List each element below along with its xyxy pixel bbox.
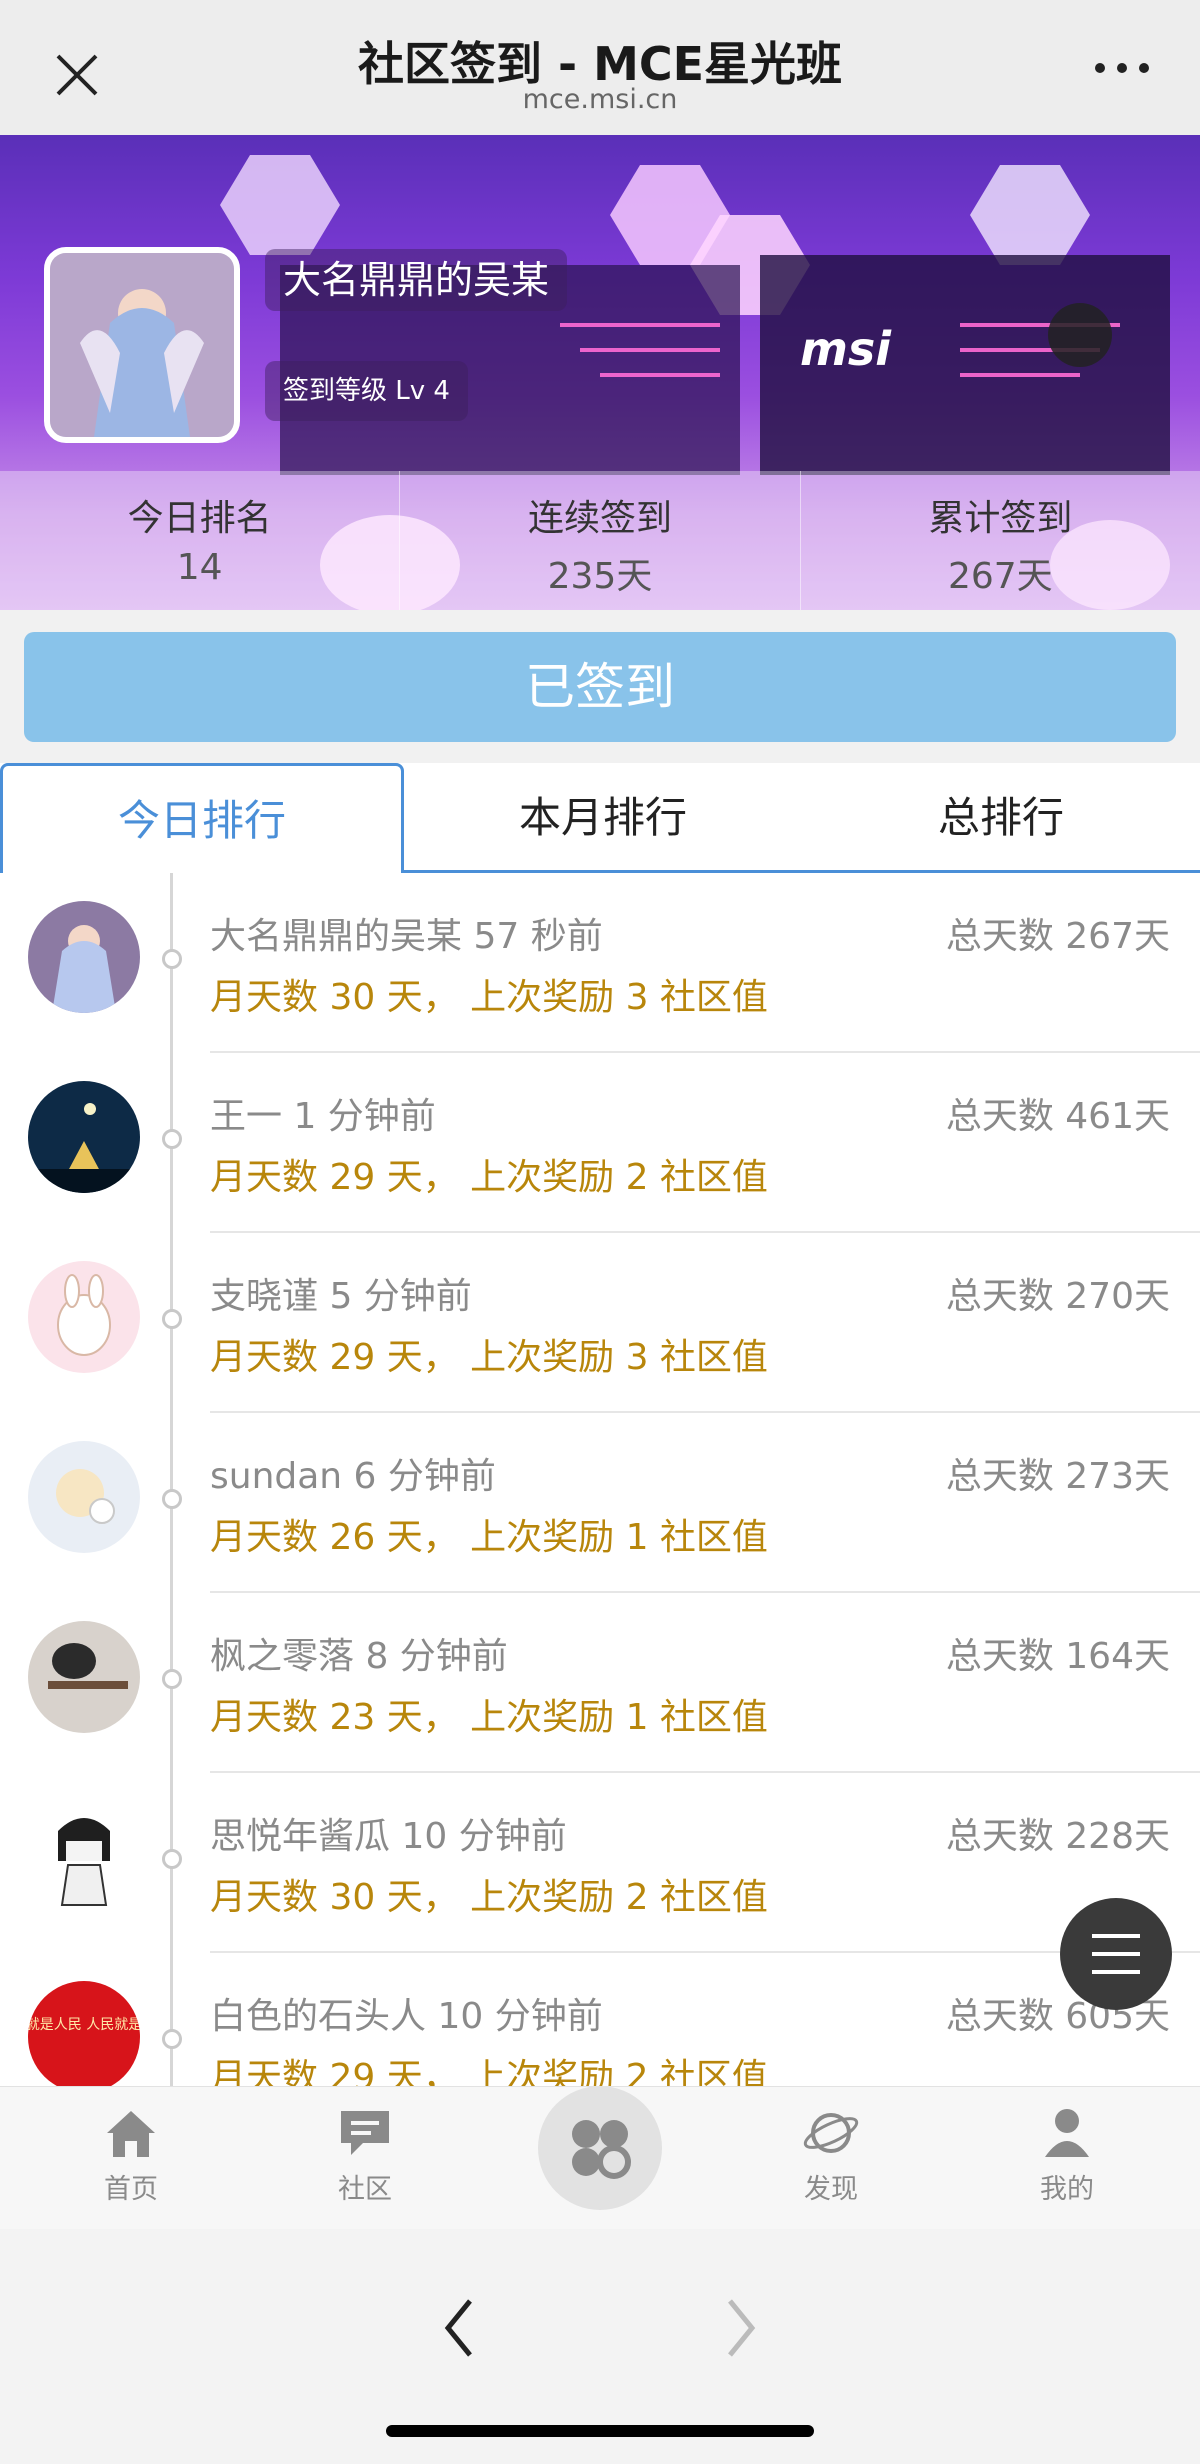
user-avatar[interactable]: [28, 1261, 140, 1373]
nav-label: 发现: [804, 2174, 858, 2205]
back-arrow-icon[interactable]: [440, 2293, 480, 2363]
stat-label: 今日排名: [127, 498, 272, 539]
list-item[interactable]: 江南就是人民 人民就是江南 白色的石头人 10 分钟前 总天数 605天 月天数…: [0, 1953, 1200, 2086]
nav-mine[interactable]: 我的: [987, 2105, 1147, 2206]
home-icon: [107, 2111, 155, 2157]
tab-today[interactable]: 今日排行: [0, 763, 404, 873]
chat-icon: [341, 2111, 389, 2155]
timeline-dot: [162, 1309, 182, 1329]
floating-menu-button[interactable]: [1060, 1898, 1172, 2010]
user-icon: [1045, 2109, 1089, 2157]
page-domain: mce.msi.cn: [522, 84, 678, 115]
ranking-list: 大名鼎鼎的吴某 57 秒前 总天数 267天 月天数 30 天， 上次奖励 3 …: [0, 873, 1200, 2086]
total-days: 总天数 273天: [945, 1456, 1170, 1497]
avatar-badge-text: 江南就是人民 人民就是江南: [28, 2017, 140, 2033]
user-name-time: 白色的石头人 10 分钟前: [210, 1996, 603, 2037]
nav-label: 我的: [1040, 2174, 1094, 2205]
user-avatar[interactable]: 江南就是人民 人民就是江南: [28, 1981, 140, 2086]
profile-level: 签到等级 Lv 4: [265, 361, 468, 421]
tab-month[interactable]: 本月排行: [404, 763, 802, 870]
profile-name: 大名鼎鼎的吴某: [265, 249, 568, 311]
stat-value: 235天: [547, 556, 653, 597]
timeline-dot: [162, 2029, 182, 2049]
user-name-time: sundan 6 分钟前: [210, 1456, 496, 1497]
list-item[interactable]: 支晓谨 5 分钟前 总天数 270天 月天数 29 天， 上次奖励 3 社区值: [0, 1233, 1200, 1413]
ranking-tabs: 今日排行 本月排行 总排行: [0, 763, 1200, 873]
stat-value: 267天: [947, 556, 1053, 597]
stat-value: 14: [176, 547, 223, 588]
timeline-dot: [162, 949, 182, 969]
user-avatar[interactable]: [28, 1441, 140, 1553]
timeline-dot: [162, 1129, 182, 1149]
month-reward: 月天数 29 天， 上次奖励 2 社区值: [210, 1157, 768, 1198]
planet-icon: [803, 2113, 859, 2153]
month-reward: 月天数 26 天， 上次奖励 1 社区值: [210, 1517, 768, 1558]
month-reward: 月天数 30 天， 上次奖励 2 社区值: [210, 1877, 768, 1918]
stats-bar: 今日排名 14 连续签到 235天 累计签到 267天: [0, 471, 1200, 610]
user-name-time: 枫之零落 8 分钟前: [210, 1636, 508, 1677]
list-item[interactable]: sundan 6 分钟前 总天数 273天 月天数 26 天， 上次奖励 1 社…: [0, 1413, 1200, 1593]
list-item[interactable]: 大名鼎鼎的吴某 57 秒前 总天数 267天 月天数 30 天， 上次奖励 3 …: [0, 873, 1200, 1053]
timeline-dot: [162, 1849, 182, 1869]
more-icon[interactable]: [1092, 60, 1152, 76]
stat-consecutive: 连续签到 235天: [400, 471, 801, 610]
month-reward: 月天数 29 天， 上次奖励 2 社区值: [210, 2057, 768, 2086]
nav-community[interactable]: 社区: [285, 2105, 445, 2206]
nav-apps-button[interactable]: [538, 2086, 662, 2210]
profile-avatar-image: [50, 253, 234, 437]
list-item[interactable]: 王一 1 分钟前 总天数 461天 月天数 29 天， 上次奖励 2 社区值: [0, 1053, 1200, 1233]
nav-label: 首页: [104, 2174, 158, 2205]
user-avatar[interactable]: [28, 901, 140, 1013]
tab-total[interactable]: 总排行: [802, 763, 1200, 870]
nav-label: 社区: [338, 2174, 392, 2205]
home-indicator: [386, 2425, 814, 2437]
nav-home[interactable]: 首页: [51, 2105, 211, 2206]
stat-today-rank: 今日排名 14: [0, 471, 401, 610]
stat-total: 累计签到 267天: [801, 471, 1200, 610]
list-item[interactable]: 枫之零落 8 分钟前 总天数 164天 月天数 23 天， 上次奖励 1 社区值: [0, 1593, 1200, 1773]
banner-brand-text: msi: [800, 322, 892, 376]
total-days: 总天数 270天: [945, 1276, 1170, 1317]
profile-banner: msi 大名鼎鼎的吴某 签到等级 Lv 4 今日排名 14 连续签到 235天 …: [0, 135, 1200, 610]
month-reward: 月天数 29 天， 上次奖励 3 社区值: [210, 1337, 768, 1378]
user-avatar[interactable]: [28, 1081, 140, 1193]
profile-avatar[interactable]: [44, 247, 240, 443]
timeline-dot: [162, 1669, 182, 1689]
stat-label: 累计签到: [928, 498, 1073, 539]
menu-icon: [1092, 1934, 1140, 1974]
total-days: 总天数 267天: [945, 916, 1170, 957]
timeline-dot: [162, 1489, 182, 1509]
user-name-time: 王一 1 分钟前: [210, 1096, 436, 1137]
total-days: 总天数 164天: [945, 1636, 1170, 1677]
user-avatar[interactable]: [28, 1621, 140, 1733]
stat-label: 连续签到: [527, 498, 672, 539]
user-avatar[interactable]: [28, 1801, 140, 1913]
list-item[interactable]: 思悦年酱瓜 10 分钟前 总天数 228天 月天数 30 天， 上次奖励 2 社…: [0, 1773, 1200, 1953]
user-name-time: 支晓谨 5 分钟前: [210, 1276, 472, 1317]
user-name-time: 思悦年酱瓜 10 分钟前: [210, 1816, 567, 1857]
nav-discover[interactable]: 发现: [751, 2105, 911, 2206]
apps-icon: [572, 2120, 631, 2179]
browser-top-bar: 社区签到 - MCE星光班 mce.msi.cn: [0, 0, 1200, 135]
total-days: 总天数 228天: [945, 1816, 1170, 1857]
month-reward: 月天数 23 天， 上次奖励 1 社区值: [210, 1697, 768, 1738]
user-name-time: 大名鼎鼎的吴某 57 秒前: [210, 916, 603, 957]
signed-in-button[interactable]: 已签到: [24, 632, 1176, 742]
total-days: 总天数 461天: [945, 1096, 1170, 1137]
forward-arrow-icon[interactable]: [720, 2293, 760, 2363]
month-reward: 月天数 30 天， 上次奖励 3 社区值: [210, 977, 768, 1018]
